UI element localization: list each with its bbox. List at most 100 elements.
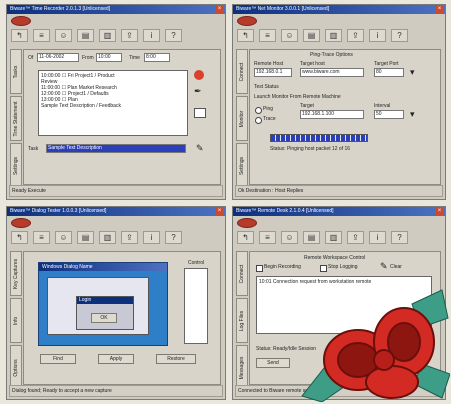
tab-tasks[interactable]: Tasks <box>10 49 22 94</box>
close-button[interactable]: × <box>436 208 443 215</box>
user-icon[interactable]: ☺ <box>281 231 298 244</box>
help-icon[interactable]: ? <box>391 231 408 244</box>
back-icon[interactable]: ↰ <box>11 29 28 42</box>
user-icon[interactable]: ☺ <box>55 29 72 42</box>
window-title: Biware™ Remote Desk 2.1.0.4 [Unlicensed] <box>233 207 445 216</box>
port-input[interactable]: 80 <box>374 68 404 77</box>
back-icon[interactable]: ↰ <box>237 29 254 42</box>
tab-monitor[interactable]: Monitor <box>236 96 248 141</box>
find-button[interactable]: Find <box>40 354 76 364</box>
tab-messages[interactable]: Messages <box>236 345 248 390</box>
host-input[interactable]: 192.168.0.1 <box>254 68 292 77</box>
back-icon[interactable]: ↰ <box>11 231 28 244</box>
begin-recording-checkbox[interactable] <box>256 265 263 272</box>
chart-icon[interactable]: ▥ <box>99 231 116 244</box>
info-icon[interactable]: i <box>369 231 386 244</box>
status-bar: Ok Destination : Host Replies <box>235 185 443 197</box>
chevron-down-icon[interactable]: ▾ <box>410 67 415 77</box>
close-button[interactable]: × <box>216 6 223 13</box>
stopwatch-icon[interactable]: ✒ <box>194 86 202 96</box>
toolbar: ↰ ≡ ☺ ▤ ▥ ⇪ i ? <box>237 28 441 43</box>
control-list[interactable] <box>184 268 208 344</box>
restore-button[interactable]: Restore <box>156 354 196 364</box>
tasks-icon[interactable]: ≡ <box>259 29 276 42</box>
ribbon-bow-icon <box>301 289 450 402</box>
begin-recording-label: Begin Recording <box>264 264 301 270</box>
help-icon[interactable]: ? <box>391 29 408 42</box>
status-bar: Ready Execute <box>9 185 223 197</box>
send-button[interactable]: Send <box>256 358 290 368</box>
export-icon[interactable]: ⇪ <box>347 231 364 244</box>
apply-button[interactable]: Apply <box>98 354 134 364</box>
chevron-down-icon[interactable]: ▾ <box>410 109 415 119</box>
from-input[interactable]: 10:00 <box>96 53 122 62</box>
launch-label: Launch Monitor From Remote Machine <box>254 94 341 100</box>
task-label: Task <box>28 146 39 152</box>
pencil-icon[interactable]: ✎ <box>380 261 388 271</box>
close-button[interactable]: × <box>216 208 223 215</box>
toolbar: ↰ ≡ ☺ ▤ ▥ ⇪ i ? <box>11 28 221 43</box>
tab-info[interactable]: Info <box>10 298 22 343</box>
status-line: Status: Pinging host packet 12 of 16 <box>270 146 351 152</box>
user-icon[interactable]: ☺ <box>281 29 298 42</box>
time-input[interactable]: 8:00 <box>144 53 170 62</box>
tab-settings[interactable]: Settings <box>236 143 248 188</box>
tasks-icon[interactable]: ≡ <box>33 231 50 244</box>
export-icon[interactable]: ⇪ <box>347 29 364 42</box>
window-title: Biware™ Dialog Tester 1.0.0.3 [Unlicense… <box>7 207 225 216</box>
ping-radio[interactable] <box>255 107 262 114</box>
task-input[interactable]: Sample Text Description <box>46 144 186 153</box>
tasks-icon[interactable]: ≡ <box>33 29 50 42</box>
help-icon[interactable]: ? <box>165 29 182 42</box>
report-icon[interactable]: ▤ <box>77 29 94 42</box>
report-icon[interactable]: ▤ <box>303 29 320 42</box>
close-button[interactable]: × <box>436 6 443 13</box>
stop-logging-checkbox[interactable] <box>320 265 327 272</box>
tab-strip: Connect Log Files Messages <box>236 251 248 390</box>
progress-bar <box>270 134 368 142</box>
tasks-icon[interactable]: ≡ <box>259 231 276 244</box>
dialog-body: Login OK <box>47 277 149 335</box>
tab-time-statement[interactable]: Time Statement <box>10 96 22 141</box>
tab-key-captures[interactable]: Key Captures <box>10 251 22 296</box>
inner-dialog[interactable]: Login OK <box>76 296 134 330</box>
port-label: Target Port <box>374 61 399 67</box>
ok-button[interactable]: OK <box>91 313 117 323</box>
tab-connect[interactable]: Connect <box>236 251 248 296</box>
info-icon[interactable]: i <box>369 29 386 42</box>
report-icon[interactable]: ▤ <box>77 231 94 244</box>
chart-icon[interactable]: ▥ <box>325 29 342 42</box>
help-icon[interactable]: ? <box>165 231 182 244</box>
tab-log-files[interactable]: Log Files <box>236 298 248 343</box>
main-panel: Of 11-06-2002 From 10:00 Time 8:00 10:00… <box>23 49 221 185</box>
time-label: Time <box>129 55 140 61</box>
main-panel: Windows Dialog Name Login OK Control Fin… <box>23 251 221 385</box>
export-icon[interactable]: ⇪ <box>121 231 138 244</box>
chart-icon[interactable]: ▥ <box>99 29 116 42</box>
report-icon[interactable]: ▤ <box>303 231 320 244</box>
export-icon[interactable]: ⇪ <box>121 29 138 42</box>
date-input[interactable]: 11-06-2002 <box>37 53 79 62</box>
info-icon[interactable]: i <box>143 29 160 42</box>
chart-icon[interactable]: ▥ <box>325 231 342 244</box>
from-label: From <box>82 55 94 61</box>
user-icon[interactable]: ☺ <box>55 231 72 244</box>
record-icon[interactable] <box>194 70 204 80</box>
tab-connect[interactable]: Connect <box>236 49 248 94</box>
list-item[interactable]: Sample Text Description / Feedback <box>41 103 185 109</box>
logo-icon <box>237 218 257 228</box>
info-icon[interactable]: i <box>143 231 160 244</box>
trace-radio[interactable] <box>255 117 262 124</box>
task-log[interactable]: 10:00:00 ☐ Fri Project1 / Product Review… <box>38 70 188 136</box>
panel-heading: Remote Workspace Control <box>304 255 366 261</box>
interval-input[interactable]: 50 <box>374 110 404 119</box>
back-icon[interactable]: ↰ <box>237 231 254 244</box>
report-icon[interactable] <box>194 108 206 118</box>
captured-dialog[interactable]: Windows Dialog Name Login OK <box>38 262 168 346</box>
pencil-icon[interactable]: ✎ <box>196 143 204 153</box>
target-input[interactable]: www.biware.com <box>300 68 364 77</box>
target2-input[interactable]: 192.168.1.100 <box>300 110 364 119</box>
tab-options[interactable]: Options <box>10 345 22 390</box>
group-title: Ping-Trace Options <box>310 52 353 58</box>
tab-settings[interactable]: Settings <box>10 143 22 188</box>
